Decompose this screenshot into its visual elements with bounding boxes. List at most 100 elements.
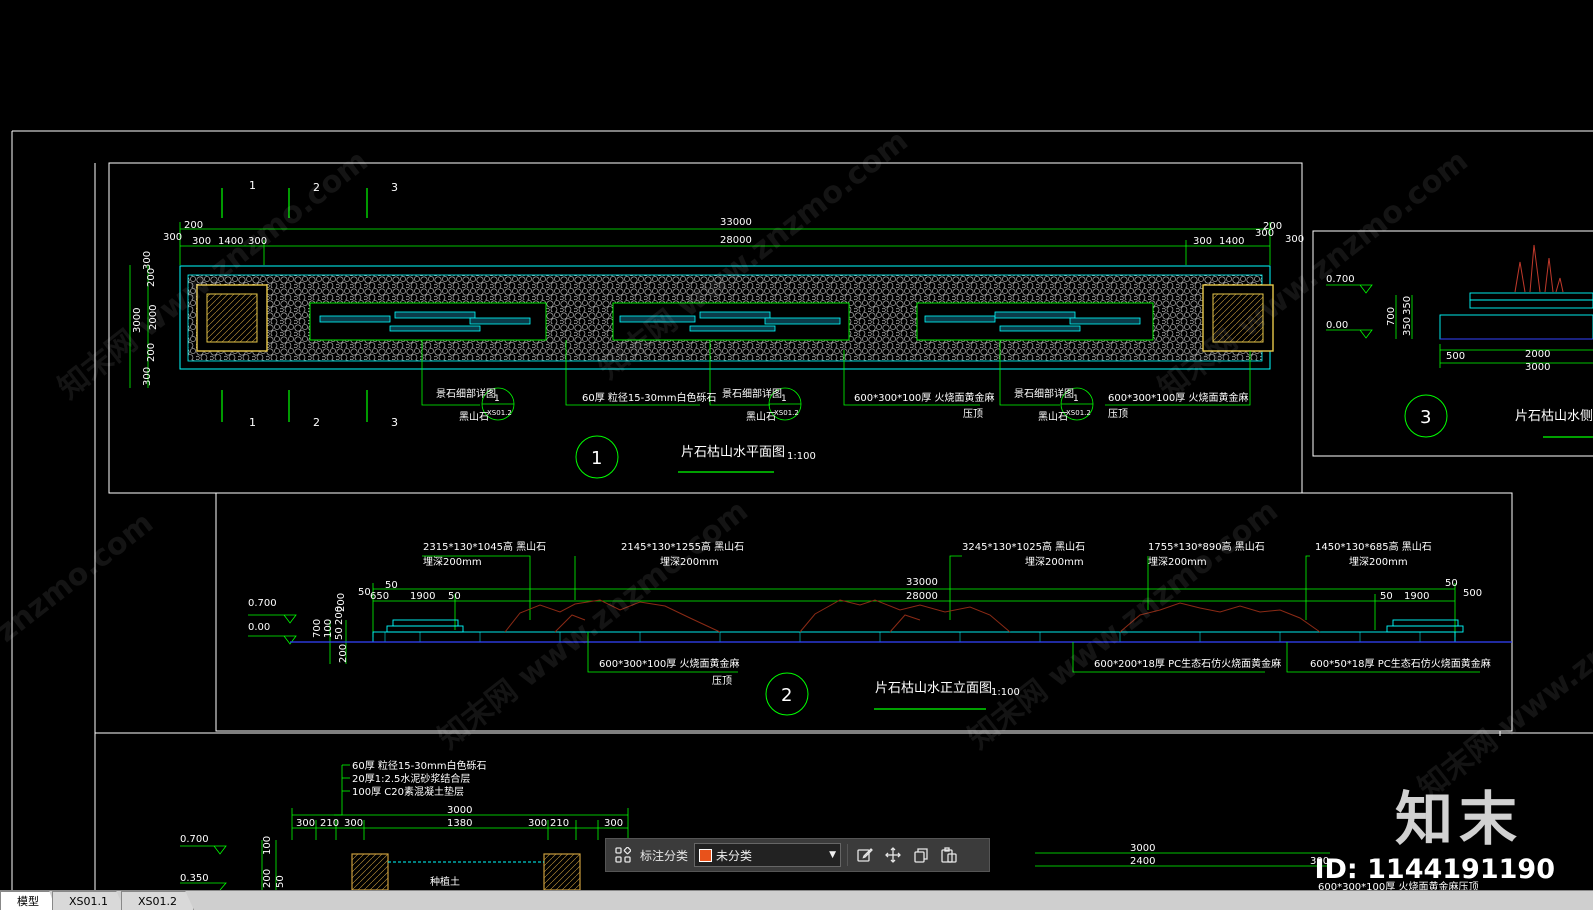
side-dim-3: 500 (1446, 351, 1465, 362)
tab-xs01-2[interactable]: XS01.2 (121, 891, 195, 910)
drawing-canvas[interactable]: 1 2 3 1 2 3 33000 28000 200 300 300 1400 (0, 0, 1593, 890)
elev-callout-0-l1: 600*300*100厚 火烧面黄金麻 (599, 657, 739, 670)
elev-stone-4-l2: 埋深200mm (1349, 556, 1408, 568)
plan-ref-0-sheet: XS01.2 (487, 409, 512, 417)
elev-dim-left-3: 1900 (410, 591, 435, 602)
tab-model[interactable]: 模型 (0, 891, 56, 910)
side-dim-0: 700 (1386, 307, 1397, 326)
side-dim-4: 2000 (1525, 349, 1550, 360)
elev-dim-right-0: 50 (1380, 591, 1393, 602)
elev-dim-total: 33000 (906, 577, 938, 588)
elev-stone-4-l1: 1450*130*685高 黑山石 (1315, 540, 1432, 553)
side-title: 片石枯山水侧立 (1515, 409, 1593, 424)
plan-scale: 1:100 (787, 451, 816, 462)
cad-drawing: 1 2 3 1 2 3 33000 28000 200 300 300 1400 (11, 130, 1593, 890)
category-color-swatch (699, 848, 713, 862)
section-layer-1: 20厚1:2.5水泥砂浆结合层 (352, 772, 470, 785)
plan-ref-4-sheet: XS01.2 (1066, 409, 1091, 417)
category-value: 未分类 (716, 848, 753, 863)
elev-vdim-5: 200 (338, 644, 349, 663)
elev-stone-0-l2: 埋深200mm (423, 556, 482, 568)
toolbar-divider (847, 844, 849, 866)
move-icon[interactable] (882, 844, 904, 866)
paste-icon[interactable] (938, 844, 960, 866)
plan-dim-v-0: 300 (142, 251, 153, 270)
section-layer-2: 100厚 C20素混凝土垫层 (352, 785, 464, 798)
tab-xs01-1[interactable]: XS01.1 (52, 891, 126, 910)
elev-stone-1-l2: 埋深200mm (660, 556, 719, 568)
plan-dim-v-4: 200 (146, 343, 157, 362)
elev-level-1: 0.00 (248, 622, 270, 633)
section-dim-right-2: 300 (604, 818, 623, 829)
plan-dim-left-0: 200 (184, 220, 203, 231)
elev-stone-3-l1: 1755*130*890高 黑山石 (1148, 540, 1265, 553)
plan-number: 1 (591, 448, 602, 469)
plan-dim-v-2: 3000 (132, 308, 143, 333)
annotation-toolbar: 标注分类 未分类 ▼ (605, 838, 990, 872)
plan-dim-v-3: 2000 (148, 305, 159, 330)
elev-vdim-0: 700 (312, 619, 323, 638)
section-mark-3-top: 3 (391, 181, 398, 194)
plan-dim-v-1: 200 (146, 268, 157, 287)
section-mark-1-top: 1 (249, 179, 256, 192)
plan-callout-5-l1: 600*300*100厚 火烧面黄金麻 (1108, 391, 1248, 404)
side-dim-5: 3000 (1525, 362, 1550, 373)
plan-callout-5-l2: 压顶 (1108, 408, 1128, 420)
elev-title: 片石枯山水正立面图 (875, 681, 992, 696)
elev-stone-2-l1: 3245*130*1025高 黑山石 (962, 540, 1085, 553)
plan-callout-4-l1: 景石细部详图 (1014, 387, 1074, 400)
section-mark-3-bottom: 3 (391, 416, 398, 429)
elev-vdim-4: 200 (336, 593, 347, 612)
side-number: 3 (1420, 407, 1431, 428)
plan-ref-2-num: 1 (781, 394, 787, 404)
plan-title: 片石枯山水平面图 (681, 445, 785, 460)
chevron-down-icon: ▼ (829, 850, 837, 860)
id-watermark: ID: 1144191190 (1314, 854, 1555, 885)
elev-level-0: 0.700 (248, 598, 277, 609)
brand-watermark: 知末 (1394, 785, 1523, 853)
section-dim-inner: 1380 (447, 818, 472, 829)
section-vdim-2: 50 (275, 875, 286, 888)
elev-number: 2 (781, 685, 792, 706)
side-dim-1: 350 (1402, 317, 1413, 336)
plan-dim-total: 33000 (720, 217, 752, 228)
section-plant-label: 种植土 (430, 875, 460, 888)
side-level-1: 0.00 (1326, 320, 1348, 331)
section-mark-2-bottom: 2 (313, 416, 320, 429)
annotation-category-select[interactable]: 未分类 ▼ (694, 843, 842, 867)
side-view: 0.700 0.00 700 350 350 500 2000 3000 3 片… (1326, 244, 1593, 438)
plan-ref-4-num: 1 (1073, 394, 1079, 404)
plan-dim-left-1: 300 (163, 232, 182, 243)
section-mark-2-top: 2 (313, 181, 320, 194)
edit-icon[interactable] (854, 844, 876, 866)
section-vdim-1: 200 (262, 869, 273, 888)
plan-view: 1 2 3 1 2 3 33000 28000 200 300 300 1400 (129, 179, 1304, 479)
section-dim-total: 3000 (447, 805, 472, 816)
elev-stone-3-l2: 埋深200mm (1148, 556, 1207, 568)
plan-ref-0-num: 1 (494, 394, 500, 404)
section-vdim-0: 100 (262, 836, 273, 855)
plan-callout-3-l1: 600*300*100厚 火烧面黄金麻 (854, 391, 994, 404)
elev-stone-2-l2: 埋深200mm (1025, 556, 1084, 568)
plan-ref-2-sheet: XS01.2 (774, 409, 799, 417)
elev-dim-right-2: 50 (1445, 578, 1458, 589)
elev-dim-right-1: 1900 (1404, 591, 1429, 602)
plan-dim-right-1: 1400 (1219, 236, 1244, 247)
layout-tab-bar: 模型 XS01.1 XS01.2 (0, 890, 1593, 910)
elevation-view: 2315*130*1045高 黑山石 埋深200mm 2145*130*1255… (248, 540, 1512, 716)
plan-callout-0-l1: 景石细部详图 (436, 387, 496, 400)
elev-dim-left-2: 650 (370, 591, 389, 602)
elev-dim-left-1: 50 (358, 587, 371, 598)
elev-dim-left-0: 50 (385, 580, 398, 591)
elev-stone-1-l1: 2145*130*1255高 黑山石 (621, 540, 744, 553)
section-level-0: 0.700 (180, 834, 209, 845)
grid-menu-icon[interactable] (612, 844, 634, 866)
side-level-0: 0.700 (1326, 274, 1355, 285)
plan-callout-2-l2: 黑山石 (746, 411, 776, 423)
section-right-inner: 2400 (1130, 856, 1155, 867)
plan-dim-inner: 28000 (720, 235, 752, 246)
section-mark-1-bottom: 1 (249, 416, 256, 429)
plan-callout-3-l2: 压顶 (963, 408, 983, 420)
elev-dim-inner: 28000 (906, 591, 938, 602)
copy-icon[interactable] (910, 844, 932, 866)
